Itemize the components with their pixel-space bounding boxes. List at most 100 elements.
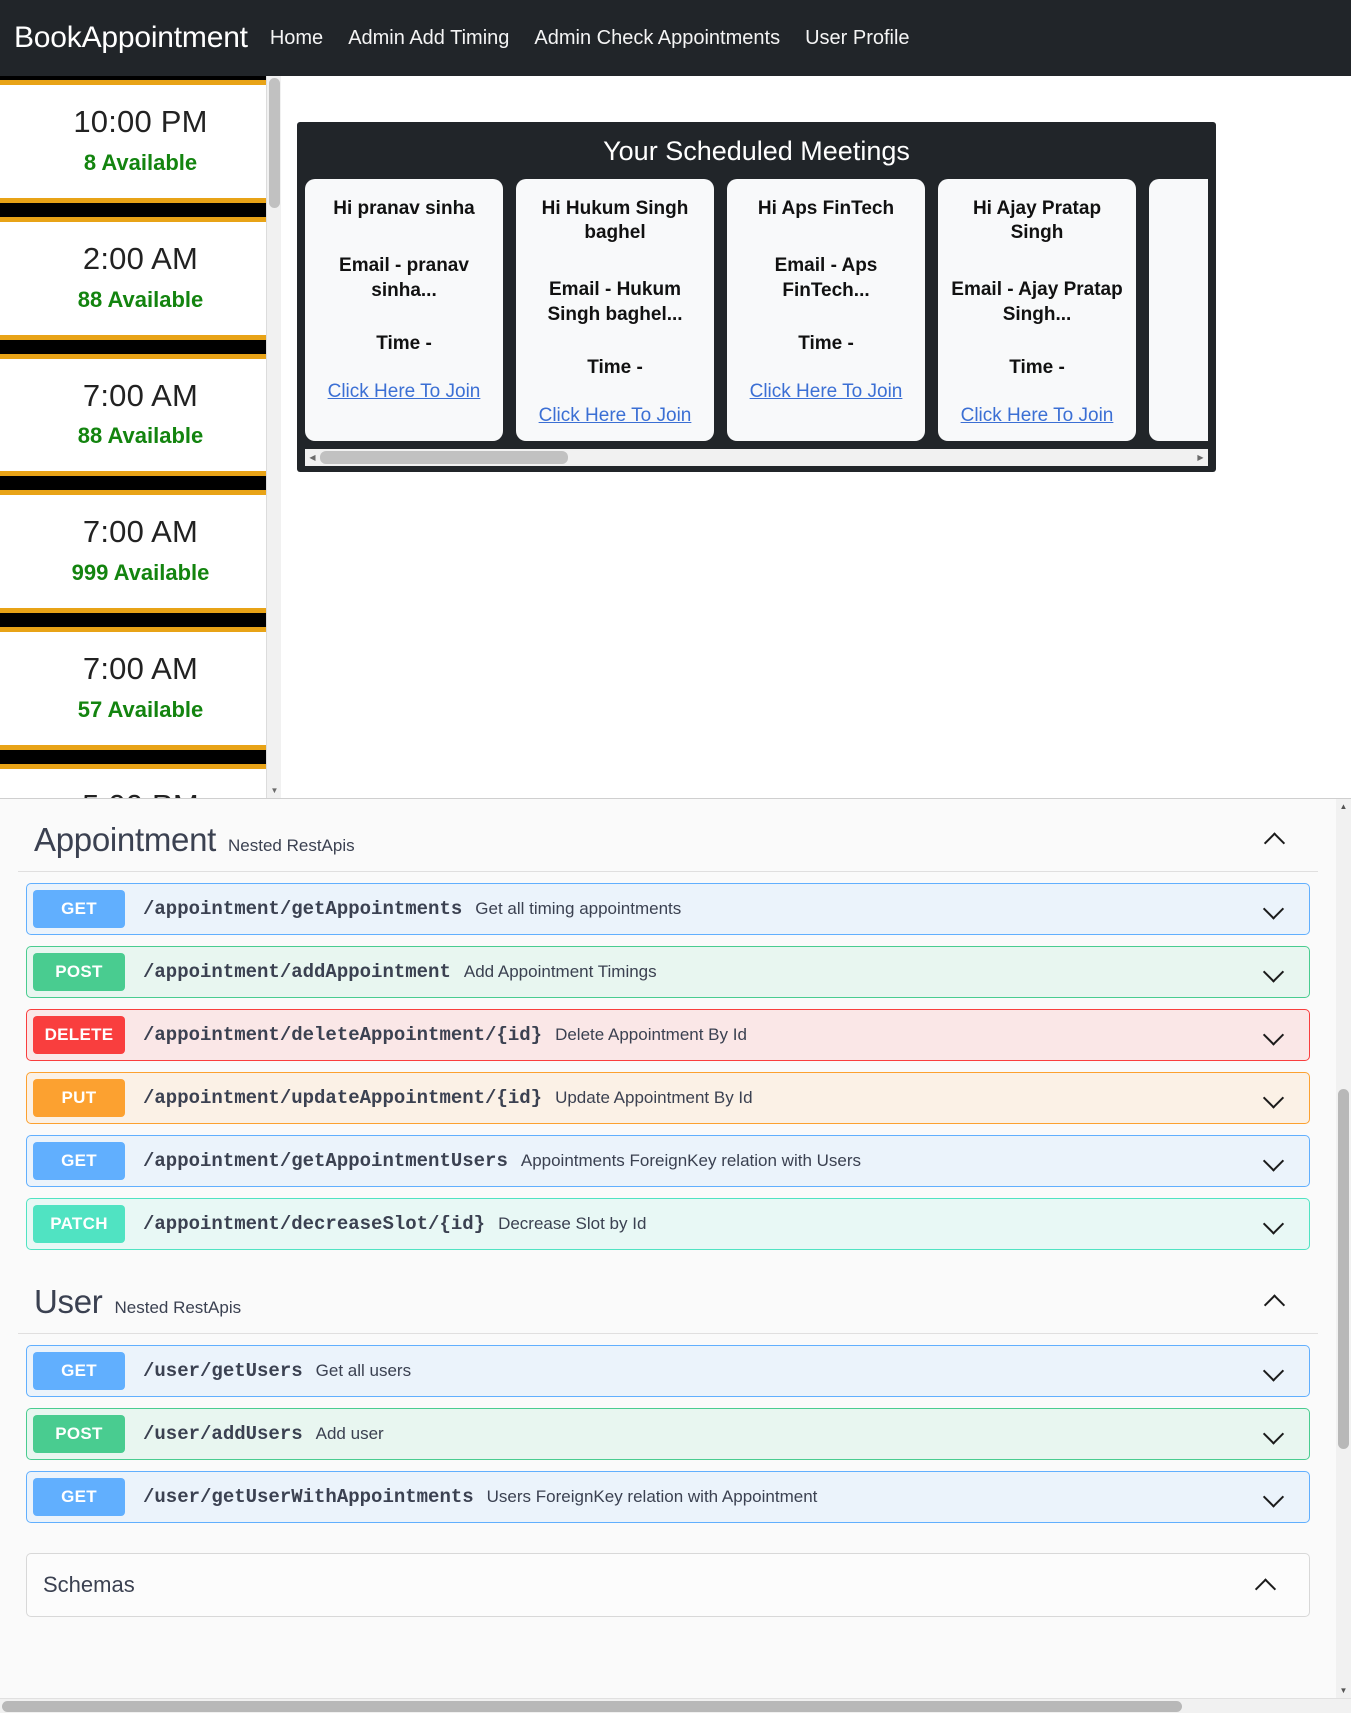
meeting-card[interactable]: Hi pranav sinha Email - pranav sinha... … xyxy=(305,179,503,441)
schemas-label: Schemas xyxy=(43,1572,135,1597)
meeting-greeting: Hi Hukum Singh baghel xyxy=(541,198,689,243)
swagger-vertical-scrollbar[interactable]: ▲ ▼ xyxy=(1336,799,1351,1698)
chevron-down-icon[interactable] xyxy=(1263,1152,1287,1171)
chevron-down-icon[interactable] xyxy=(1263,1089,1287,1108)
meeting-time: Time - xyxy=(798,332,854,354)
nav-links: Home Admin Add Timing Admin Check Appoin… xyxy=(270,27,910,50)
scroll-right-arrow-icon[interactable]: ▶ xyxy=(1193,449,1208,466)
meeting-card[interactable]: Hi Aps FinTech Email - Aps FinTech... Ti… xyxy=(727,179,925,441)
operation-row[interactable]: POST /user/addUsers Add user xyxy=(26,1408,1310,1460)
join-meeting-link[interactable]: Click Here To Join xyxy=(961,405,1114,427)
schemas-section[interactable]: Schemas xyxy=(26,1553,1310,1617)
chevron-down-icon[interactable] xyxy=(1263,1026,1287,1045)
scroll-up-arrow-icon[interactable]: ▲ xyxy=(1336,799,1351,814)
endpoint-path: /appointment/getAppointments xyxy=(143,898,463,920)
timing-slot-list: 10:00 PM 8 Available 2:00 AM 88 Availabl… xyxy=(0,80,281,798)
chevron-down-icon[interactable] xyxy=(1263,1215,1287,1234)
chevron-down-icon[interactable] xyxy=(1263,1425,1287,1444)
operation-row[interactable]: DELETE /appointment/deleteAppointment/{i… xyxy=(26,1009,1310,1061)
scroll-down-arrow-icon[interactable]: ▼ xyxy=(1336,1683,1351,1698)
scheduled-meetings-title: Your Scheduled Meetings xyxy=(603,136,910,166)
operation-row[interactable]: GET /user/getUsers Get all users xyxy=(26,1345,1310,1397)
meeting-email: Email - Ajay Pratap Singh... xyxy=(951,278,1123,325)
meeting-card[interactable]: Hi Hukum Singh baghel Email - Hukum Sing… xyxy=(516,179,714,441)
chevron-down-icon[interactable] xyxy=(1263,1488,1287,1507)
endpoint-description: Get all users xyxy=(315,1361,412,1380)
tag-header-appointment[interactable]: Appointment Nested RestApis xyxy=(18,807,1318,872)
chevron-down-icon[interactable] xyxy=(1263,1362,1287,1381)
nav-link-admin-add-timing[interactable]: Admin Add Timing xyxy=(348,27,509,50)
meeting-greeting: Hi Ajay Pratap Singh xyxy=(972,198,1102,243)
operation-row[interactable]: PATCH /appointment/decreaseSlot/{id} Dec… xyxy=(26,1198,1310,1250)
endpoint-path: /appointment/updateAppointment/{id} xyxy=(143,1087,543,1109)
swagger-horizontal-scrollbar[interactable] xyxy=(0,1698,1351,1713)
operation-row[interactable]: GET /user/getUserWithAppointments Users … xyxy=(26,1471,1310,1523)
endpoint-path: /appointment/addAppointment xyxy=(143,961,451,983)
tag-name: User xyxy=(34,1283,103,1320)
endpoint-path: /user/getUserWithAppointments xyxy=(143,1486,474,1508)
slot-time: 5:00 PM xyxy=(6,787,275,798)
slot-time: 7:00 AM xyxy=(82,377,199,413)
join-meeting-link[interactable]: Click Here To Join xyxy=(750,381,903,403)
slot-time: 7:00 AM xyxy=(82,651,199,686)
endpoint-path: /appointment/deleteAppointment/{id} xyxy=(143,1024,543,1046)
http-method-badge: GET xyxy=(33,890,125,928)
chevron-up-icon[interactable] xyxy=(1264,830,1288,849)
endpoint-description: Users ForeignKey relation with Appointme… xyxy=(486,1487,818,1506)
meeting-email: Email - xyxy=(1161,253,1208,278)
top-navbar: BookAppointment Home Admin Add Timing Ad… xyxy=(0,0,1351,76)
endpoint-path: /user/getUsers xyxy=(143,1360,303,1382)
chevron-down-icon[interactable] xyxy=(1263,900,1287,919)
timing-slot-card[interactable]: 10:00 PM 8 Available xyxy=(0,80,281,203)
scrollbar-thumb[interactable] xyxy=(320,450,568,464)
meetings-card-strip: Hi pranav sinha Email - pranav sinha... … xyxy=(305,179,1208,443)
operation-row[interactable]: PUT /appointment/updateAppointment/{id} … xyxy=(26,1072,1310,1124)
timing-slot-column: 10:00 PM 8 Available 2:00 AM 88 Availabl… xyxy=(0,76,281,798)
swagger-tag-user: User Nested RestApis GET /user/getUsers … xyxy=(18,1261,1318,1523)
meeting-time: Time - xyxy=(587,356,643,378)
slot-available: 999 Available xyxy=(71,560,210,585)
nav-link-admin-check-appointments[interactable]: Admin Check Appointments xyxy=(534,27,780,50)
scroll-down-arrow-icon[interactable]: ▼ xyxy=(267,783,281,798)
timing-slot-card[interactable]: 5:00 PM 876 Available xyxy=(0,763,281,798)
http-method-badge: POST xyxy=(33,953,125,991)
meeting-greeting: Hi A xyxy=(1161,197,1208,221)
tag-header-user[interactable]: User Nested RestApis xyxy=(18,1269,1318,1334)
chevron-down-icon[interactable] xyxy=(1263,963,1287,982)
scrollbar-thumb[interactable] xyxy=(1338,1089,1349,1449)
tag-subtitle: Nested RestApis xyxy=(114,1298,242,1317)
endpoint-description: Decrease Slot by Id xyxy=(498,1214,647,1233)
scrollbar-thumb[interactable] xyxy=(269,78,280,208)
meeting-card[interactable]: Hi A Email - T Click H xyxy=(1149,179,1208,441)
meetings-horizontal-scrollbar[interactable]: ◀ ▶ xyxy=(305,448,1208,466)
join-meeting-link[interactable]: Click Here To Join xyxy=(328,381,481,403)
timing-slot-card[interactable]: 7:00 AM 999 Available xyxy=(0,490,281,613)
meeting-email: Email - pranav sinha... xyxy=(339,254,469,301)
meeting-time: Time - xyxy=(1009,356,1065,378)
brand-logo[interactable]: BookAppointment xyxy=(14,21,248,55)
endpoint-description: Add user xyxy=(315,1424,384,1443)
app-body: 10:00 PM 8 Available 2:00 AM 88 Availabl… xyxy=(0,76,1351,798)
nav-link-user-profile[interactable]: User Profile xyxy=(805,27,909,50)
meeting-greeting: Hi pranav sinha xyxy=(333,198,475,219)
meeting-card[interactable]: Hi Ajay Pratap Singh Email - Ajay Pratap… xyxy=(938,179,1136,441)
scrollbar-thumb[interactable] xyxy=(2,1701,1182,1712)
http-method-badge: DELETE xyxy=(33,1016,125,1054)
nav-link-home[interactable]: Home xyxy=(270,27,323,50)
scroll-left-arrow-icon[interactable]: ◀ xyxy=(305,449,320,466)
endpoint-description: Update Appointment By Id xyxy=(555,1088,753,1107)
chevron-up-icon[interactable] xyxy=(1255,1576,1279,1595)
slot-time: 2:00 AM xyxy=(82,240,199,276)
operation-row[interactable]: GET /appointment/getAppointmentUsers App… xyxy=(26,1135,1310,1187)
slot-time: 10:00 PM xyxy=(73,104,208,139)
join-meeting-link[interactable]: Click Here To Join xyxy=(539,405,692,427)
timing-slot-card[interactable]: 7:00 AM 57 Available xyxy=(0,627,281,750)
operation-row[interactable]: GET /appointment/getAppointments Get all… xyxy=(26,883,1310,935)
scrollbar-track[interactable] xyxy=(320,449,1193,466)
timing-slot-card[interactable]: 7:00 AM 88 Available xyxy=(0,353,281,477)
http-method-badge: POST xyxy=(33,1415,125,1453)
operation-row[interactable]: POST /appointment/addAppointment Add App… xyxy=(26,946,1310,998)
timing-slot-card[interactable]: 2:00 AM 88 Available xyxy=(0,216,281,340)
sidebar-vertical-scrollbar[interactable]: ▲ ▼ xyxy=(266,76,281,798)
chevron-up-icon[interactable] xyxy=(1264,1292,1288,1311)
